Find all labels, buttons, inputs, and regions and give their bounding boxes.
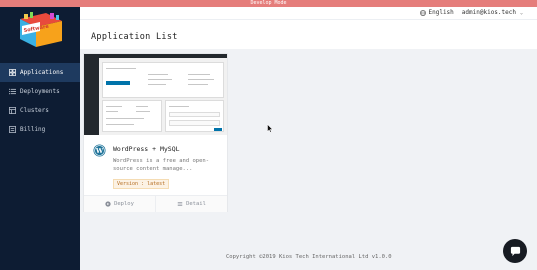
language-selector[interactable]: English bbox=[429, 9, 454, 16]
detail-button[interactable]: Detail bbox=[155, 196, 227, 212]
svg-text:W: W bbox=[95, 147, 104, 155]
chevron-down-icon[interactable]: ⌄ bbox=[520, 10, 523, 16]
page-title: Application List bbox=[91, 32, 178, 42]
sidebar-item-label: Clusters bbox=[20, 107, 49, 114]
version-badge: Version : latest bbox=[113, 179, 170, 189]
globe-icon[interactable] bbox=[419, 9, 426, 16]
page-header: Application List bbox=[80, 19, 537, 49]
sidebar-item-applications[interactable]: Applications bbox=[0, 63, 80, 82]
footer-copyright: Copyright ©2019 Kios Tech International … bbox=[226, 254, 392, 260]
chat-button[interactable] bbox=[503, 239, 527, 263]
card-actions: Deploy Detail bbox=[84, 195, 227, 212]
wordpress-icon: W bbox=[93, 144, 106, 157]
sidebar: Software Applications Deployments Cluste… bbox=[0, 7, 80, 270]
app-card[interactable]: W WordPress + MySQL WordPress is a free … bbox=[83, 53, 228, 212]
sidebar-item-billing[interactable]: Billing bbox=[0, 120, 80, 139]
list-icon bbox=[177, 201, 183, 207]
app-description: WordPress is a free and open-source cont… bbox=[113, 158, 210, 172]
deploy-label: Deploy bbox=[114, 201, 134, 207]
sidebar-item-label: Deployments bbox=[20, 88, 60, 95]
develop-mode-banner: Develop Mode bbox=[0, 0, 537, 7]
software-logo[interactable]: Software bbox=[12, 9, 68, 51]
deploy-button[interactable]: Deploy bbox=[84, 196, 155, 212]
sidebar-item-label: Billing bbox=[20, 126, 46, 133]
deploy-icon bbox=[105, 201, 111, 207]
sidebar-nav: Applications Deployments Clusters Billin… bbox=[0, 63, 80, 139]
header-right: English admin@kios.tech ⌄ bbox=[419, 9, 523, 16]
app-card-body: W WordPress + MySQL WordPress is a free … bbox=[84, 136, 227, 193]
top-header: English admin@kios.tech ⌄ bbox=[80, 7, 537, 19]
sidebar-item-deployments[interactable]: Deployments bbox=[0, 82, 80, 101]
app-name: WordPress + MySQL bbox=[113, 145, 180, 153]
cluster-icon bbox=[9, 107, 16, 114]
user-menu[interactable]: admin@kios.tech bbox=[462, 9, 516, 16]
chat-bubble-icon bbox=[510, 246, 520, 256]
sidebar-item-label: Applications bbox=[20, 69, 64, 76]
detail-label: Detail bbox=[186, 201, 206, 207]
sidebar-item-clusters[interactable]: Clusters bbox=[0, 101, 80, 120]
list-icon bbox=[9, 88, 16, 95]
mouse-cursor-icon bbox=[267, 124, 273, 133]
app-screenshot bbox=[84, 54, 227, 135]
billing-icon bbox=[9, 126, 16, 133]
grid-icon bbox=[9, 69, 16, 76]
